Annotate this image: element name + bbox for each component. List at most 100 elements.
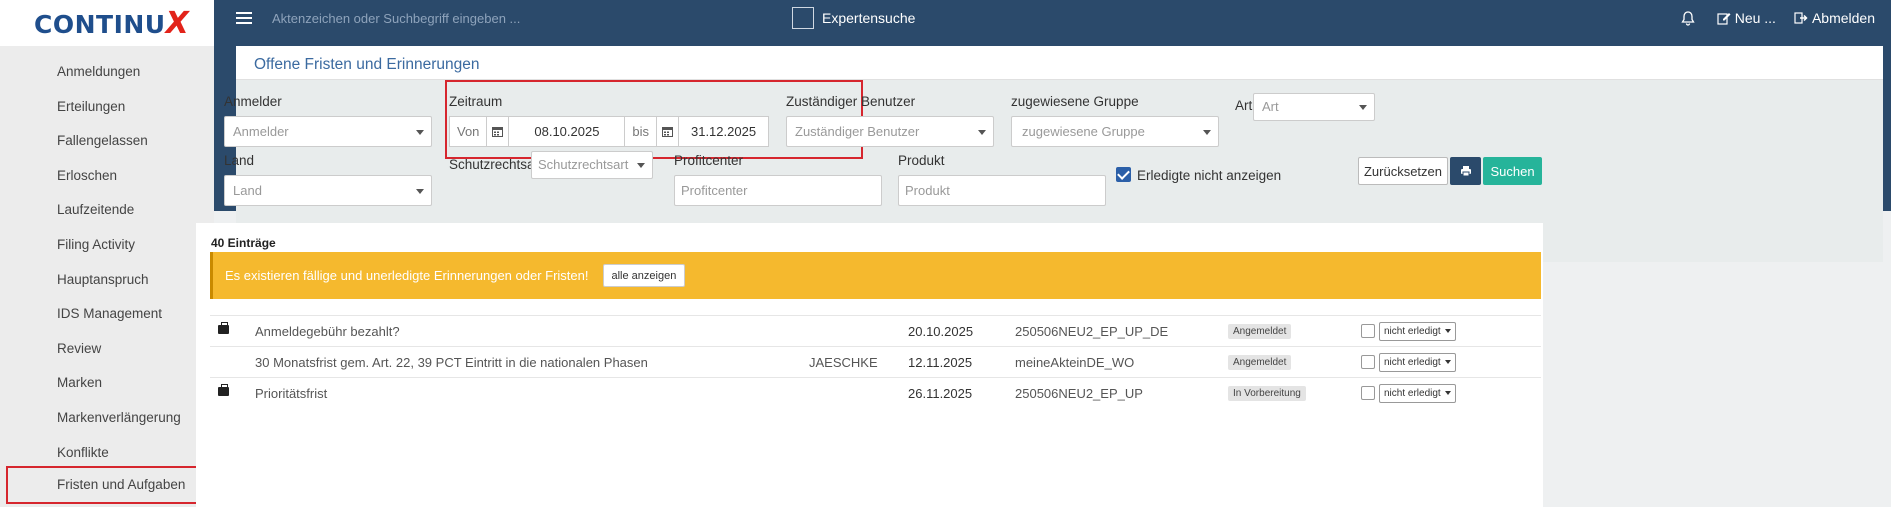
anmelder-label: Anmelder bbox=[224, 94, 282, 109]
row-state-select[interactable]: nicht erledigt bbox=[1379, 384, 1456, 403]
table-row[interactable]: Prioritätsfrist 26.11.2025 250506NEU2_EP… bbox=[210, 377, 1541, 408]
gruppe-select[interactable]: zugewiesene Gruppe bbox=[1011, 116, 1219, 147]
sidebar-item-konflikte[interactable]: Konflikte bbox=[0, 436, 214, 471]
erledigt-label: Erledigte nicht anzeigen bbox=[1137, 168, 1282, 183]
produkt-input[interactable] bbox=[898, 175, 1106, 206]
row-akte[interactable]: 250506NEU2_EP_UP_DE bbox=[1015, 316, 1168, 347]
sidebar-item-ids-management[interactable]: IDS Management bbox=[0, 297, 214, 332]
chevron-down-icon bbox=[1444, 360, 1451, 365]
table-row[interactable]: 30 Monatsfrist gem. Art. 22, 39 PCT Eint… bbox=[210, 346, 1541, 377]
schutzrechtsart-placeholder: Schutzrechtsart bbox=[538, 157, 629, 172]
row-checkbox[interactable] bbox=[1361, 386, 1375, 400]
logout-icon bbox=[1794, 12, 1808, 24]
row-state-select[interactable]: nicht erledigt bbox=[1379, 353, 1456, 372]
sidebar: CONTINUX Anmeldungen Erteilungen Falleng… bbox=[0, 0, 220, 507]
schutzrechtsart-label: Schutzrechtsart bbox=[449, 157, 543, 172]
chevron-down-icon bbox=[416, 189, 424, 194]
produkt-label: Produkt bbox=[898, 153, 945, 168]
sidebar-item-review[interactable]: Review bbox=[0, 332, 214, 367]
row-date: 12.11.2025 bbox=[908, 355, 973, 370]
row-state-value: nicht erledigt bbox=[1384, 388, 1441, 399]
sidebar-item-anmeldungen[interactable]: Anmeldungen bbox=[0, 55, 214, 90]
row-title: Anmeldegebühr bezahlt? bbox=[255, 324, 400, 339]
art-label: Art bbox=[1235, 98, 1253, 113]
calendar-icon[interactable] bbox=[657, 117, 680, 146]
status-badge: In Vorbereitung bbox=[1228, 386, 1306, 401]
row-state-select[interactable]: nicht erledigt bbox=[1379, 322, 1456, 341]
topbar-actions: Neu ... Abmelden bbox=[1663, 0, 1875, 36]
erledigt-checkbox[interactable] bbox=[1116, 167, 1131, 182]
zeitraum-label: Zeitraum bbox=[449, 94, 503, 109]
hamburger-menu-icon[interactable] bbox=[236, 9, 252, 27]
reset-button[interactable]: Zurücksetzen bbox=[1358, 157, 1448, 185]
sidebar-item-marken[interactable]: Marken bbox=[0, 366, 214, 401]
row-date: 26.11.2025 bbox=[908, 386, 973, 401]
sidebar-item-erteilungen[interactable]: Erteilungen bbox=[0, 90, 214, 125]
sidebar-item-laufzeitende[interactable]: Laufzeitende bbox=[0, 193, 214, 228]
edit-icon bbox=[1717, 13, 1731, 25]
sidebar-item-filing-activity[interactable]: Filing Activity bbox=[0, 228, 214, 263]
print-icon bbox=[1460, 166, 1471, 177]
show-all-button[interactable]: alle anzeigen bbox=[602, 264, 686, 287]
date-from-input[interactable]: 08.10.2025 bbox=[509, 117, 626, 146]
sidebar-item-markenverlaengerung[interactable]: Markenverlängerung bbox=[0, 401, 214, 436]
gruppe-label: zugewiesene Gruppe bbox=[1011, 94, 1139, 109]
sidebar-nav: Anmeldungen Erteilungen Fallengelassen E… bbox=[0, 46, 214, 470]
bis-label: bis bbox=[625, 117, 658, 146]
new-button[interactable]: Neu ... bbox=[1717, 10, 1776, 26]
sidebar-item-fristen-und-aufgaben[interactable]: Fristen und Aufgaben bbox=[6, 466, 220, 504]
chevron-down-icon bbox=[1444, 391, 1451, 396]
row-state-value: nicht erledigt bbox=[1384, 357, 1441, 368]
anmelder-select[interactable]: Anmelder bbox=[224, 116, 432, 147]
benutzer-placeholder: Zuständiger Benutzer bbox=[795, 124, 920, 139]
logo[interactable]: CONTINUX bbox=[34, 6, 189, 41]
briefcase-icon bbox=[218, 322, 229, 334]
new-label: Neu ... bbox=[1734, 10, 1776, 26]
benutzer-select[interactable]: Zuständiger Benutzer bbox=[786, 116, 994, 147]
row-state-value: nicht erledigt bbox=[1384, 326, 1441, 337]
print-button[interactable] bbox=[1450, 157, 1481, 185]
sidebar-item-erloschen[interactable]: Erloschen bbox=[0, 159, 214, 194]
sidebar-item-fallengelassen[interactable]: Fallengelassen bbox=[0, 124, 214, 159]
search-button[interactable]: Suchen bbox=[1483, 157, 1542, 185]
land-label: Land bbox=[224, 153, 255, 168]
table-row[interactable]: Anmeldegebühr bezahlt? 20.10.2025 250506… bbox=[210, 315, 1541, 346]
sidebar-item-hauptanspruch[interactable]: Hauptanspruch bbox=[0, 263, 214, 298]
expert-search-checkbox[interactable] bbox=[792, 7, 814, 29]
briefcase-icon bbox=[218, 384, 229, 396]
row-checkbox[interactable] bbox=[1361, 355, 1375, 369]
expert-search-label: Expertensuche bbox=[822, 10, 916, 26]
row-user: JAESCHKE bbox=[809, 355, 878, 370]
gruppe-placeholder: zugewiesene Gruppe bbox=[1022, 124, 1145, 139]
benutzer-label: Zuständiger Benutzer bbox=[786, 94, 916, 109]
logout-button[interactable]: Abmelden bbox=[1794, 10, 1875, 26]
alert-text: Es existieren fällige und unerledigte Er… bbox=[225, 268, 589, 283]
schutzrechtsart-select[interactable]: Schutzrechtsart bbox=[531, 151, 653, 179]
chevron-down-icon bbox=[416, 130, 424, 135]
logout-label: Abmelden bbox=[1811, 10, 1875, 26]
row-checkbox[interactable] bbox=[1361, 324, 1375, 338]
chevron-down-icon bbox=[1359, 105, 1367, 110]
chevron-down-icon bbox=[978, 130, 986, 135]
search-input[interactable] bbox=[272, 10, 722, 26]
status-badge: Angemeldet bbox=[1228, 355, 1292, 370]
date-to-input[interactable]: 31.12.2025 bbox=[679, 117, 768, 146]
row-title: 30 Monatsfrist gem. Art. 22, 39 PCT Eint… bbox=[255, 355, 648, 370]
land-select[interactable]: Land bbox=[224, 175, 432, 206]
land-placeholder: Land bbox=[233, 183, 262, 198]
row-akte[interactable]: 250506NEU2_EP_UP bbox=[1015, 378, 1143, 409]
logo-accent: X bbox=[165, 5, 190, 41]
row-title: Prioritätsfrist bbox=[255, 386, 328, 401]
art-placeholder: Art bbox=[1262, 99, 1279, 114]
zeitraum-date-range: Von 08.10.2025 bis 31.12.2025 bbox=[449, 116, 769, 147]
art-select[interactable]: Art bbox=[1253, 93, 1375, 121]
row-akte[interactable]: meineAkteinDE_WO bbox=[1015, 347, 1134, 378]
profitcenter-label: Profitcenter bbox=[674, 153, 744, 168]
result-count: 40 Einträge bbox=[211, 236, 276, 250]
bell-icon[interactable] bbox=[1681, 10, 1699, 26]
calendar-icon[interactable] bbox=[487, 117, 510, 146]
chevron-down-icon bbox=[637, 163, 645, 168]
logo-area: CONTINUX bbox=[0, 0, 214, 46]
profitcenter-input[interactable] bbox=[674, 175, 882, 206]
chevron-down-icon bbox=[1444, 329, 1451, 334]
